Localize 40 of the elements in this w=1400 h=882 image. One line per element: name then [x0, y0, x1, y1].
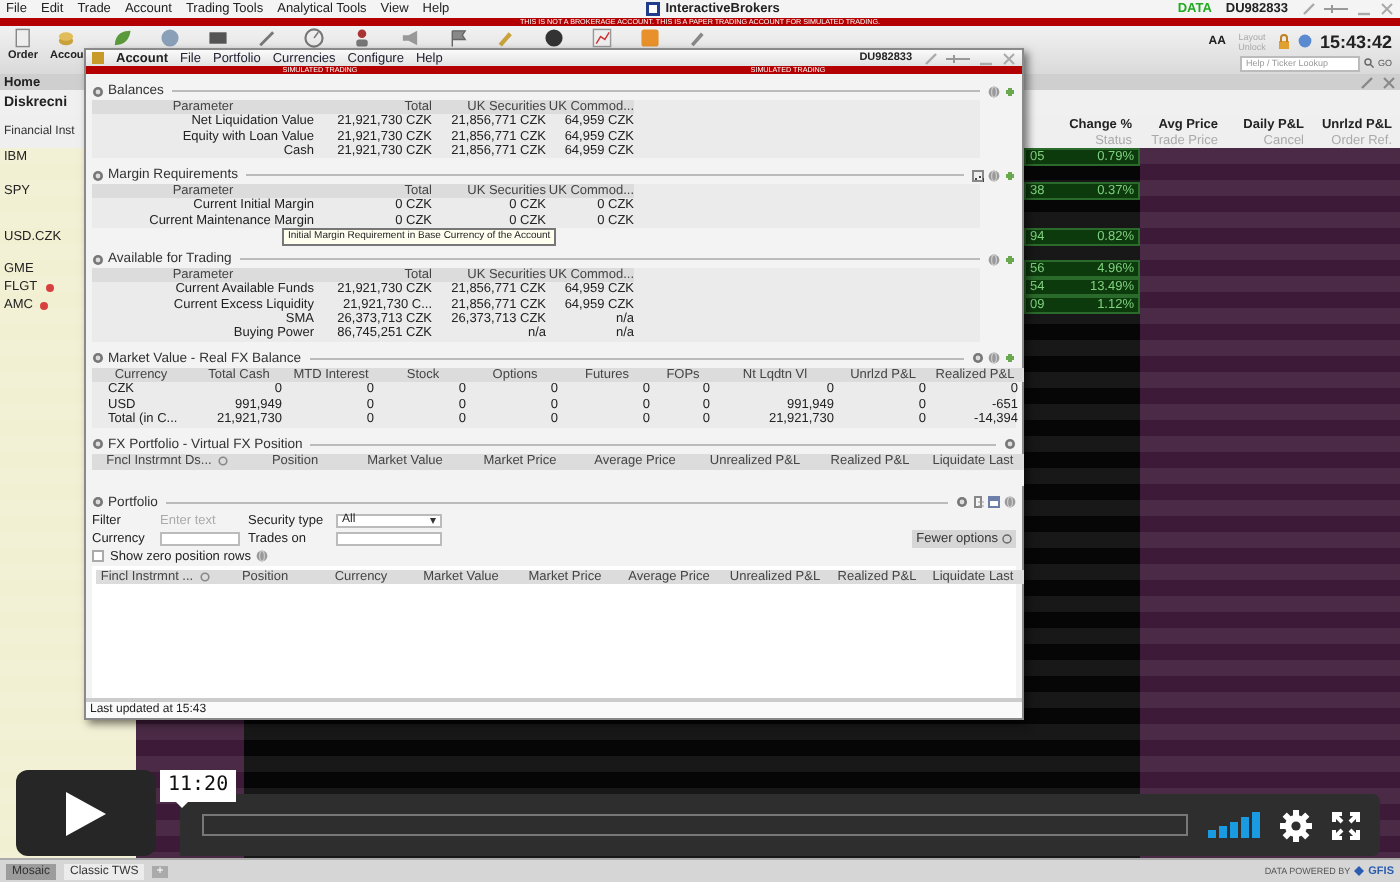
play-icon [64, 789, 108, 837]
search-icon[interactable] [1363, 58, 1374, 68]
chart-icon[interactable] [972, 169, 984, 182]
pencil-icon[interactable] [1302, 2, 1316, 16]
document-icon[interactable] [12, 28, 33, 48]
plus-icon[interactable] [1004, 352, 1016, 365]
play-button[interactable] [16, 770, 156, 856]
pencil-icon[interactable] [1360, 75, 1374, 89]
window-icon[interactable] [988, 496, 1000, 509]
plus-icon[interactable] [1004, 169, 1016, 182]
close-icon[interactable] [1382, 75, 1396, 89]
trades-on-field[interactable] [336, 531, 442, 546]
clock: 15:43:42 [1319, 31, 1392, 51]
show-zero-checkbox[interactable] [92, 550, 104, 563]
settings-icon[interactable] [1280, 809, 1312, 841]
gauge-icon[interactable] [303, 28, 324, 48]
pin-icon[interactable] [946, 53, 970, 63]
close-icon[interactable] [1002, 51, 1016, 65]
coins-icon[interactable] [56, 28, 77, 48]
tooltip-pointer-icon [176, 802, 188, 808]
time-tooltip: 11:20 [160, 770, 237, 802]
account-icon [92, 52, 104, 64]
currency-field[interactable] [160, 531, 240, 546]
circle-icon [1002, 533, 1012, 544]
progress-track[interactable] [202, 814, 1188, 836]
volume-icon[interactable] [1208, 812, 1260, 838]
chart-icon[interactable] [591, 28, 612, 48]
person-icon[interactable] [351, 28, 372, 48]
plus-icon[interactable] [1004, 85, 1016, 97]
leaf-icon[interactable] [111, 28, 132, 48]
flag-icon[interactable] [447, 28, 468, 48]
plus-icon[interactable] [1004, 253, 1016, 266]
lock-icon[interactable] [1277, 33, 1290, 49]
pencil-icon[interactable] [924, 51, 938, 65]
close-icon[interactable] [1380, 2, 1394, 16]
fullscreen-icon[interactable] [1332, 811, 1360, 839]
document-icon[interactable] [972, 496, 984, 509]
diamond-icon [1354, 866, 1365, 876]
caret-icon [430, 517, 436, 524]
pin-icon[interactable] [1324, 4, 1348, 14]
